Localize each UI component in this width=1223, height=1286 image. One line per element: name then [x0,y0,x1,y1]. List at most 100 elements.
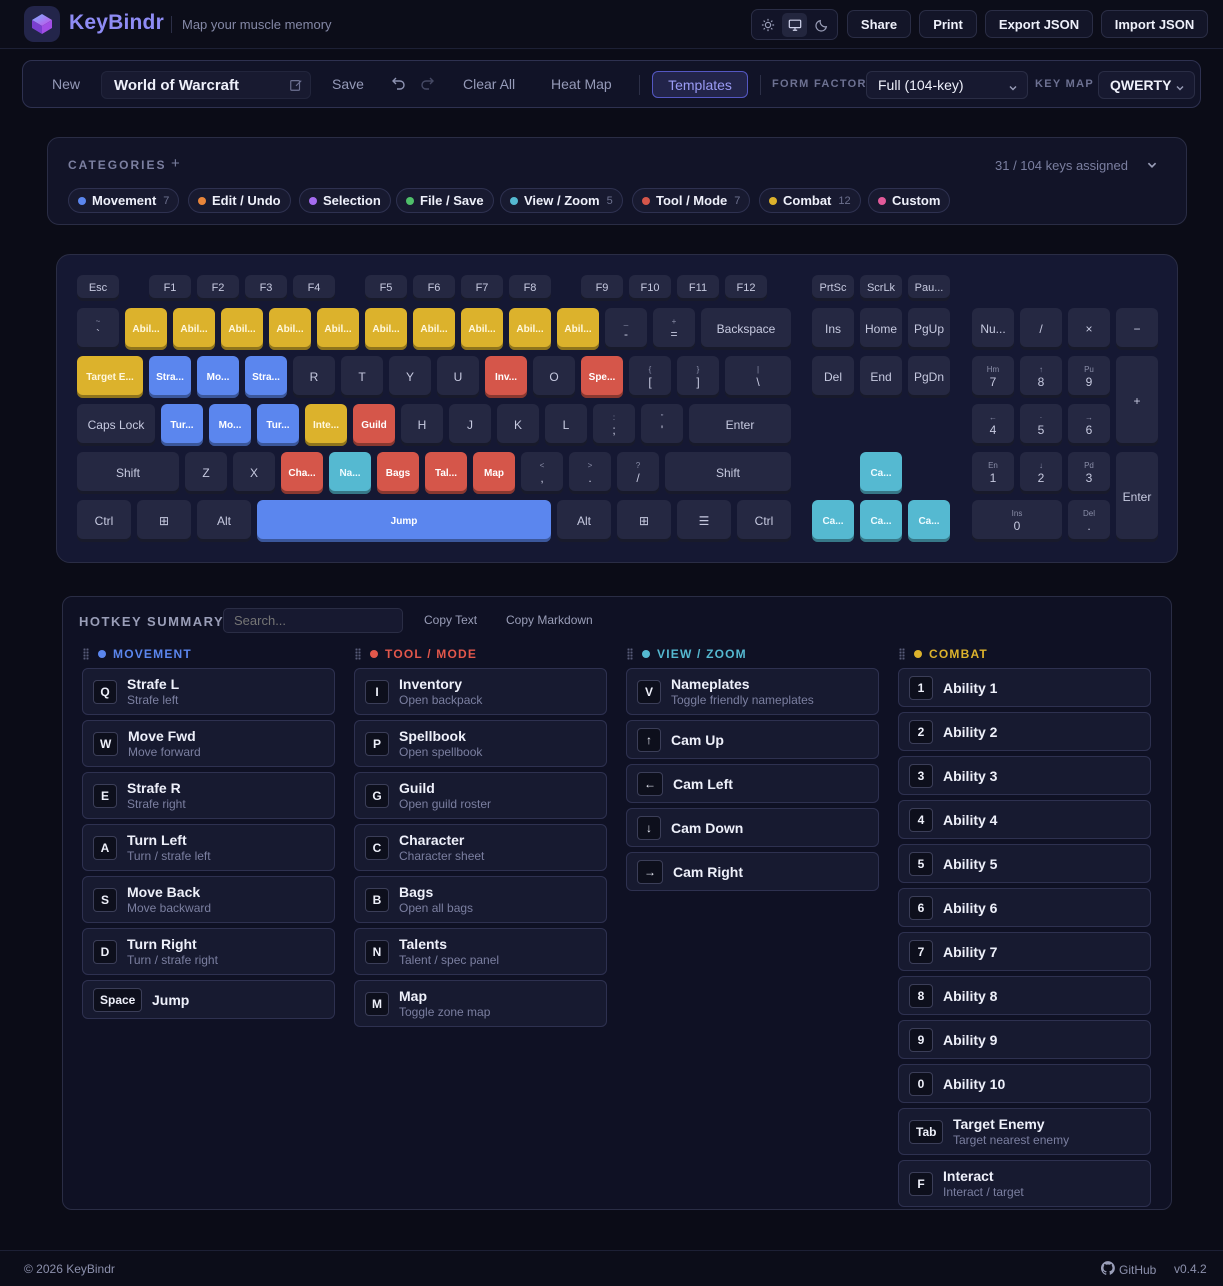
key[interactable]: >. [569,452,611,494]
hotkey-item[interactable]: ← Cam Left [626,764,879,803]
key[interactable]: Z [185,452,227,494]
hotkey-item[interactable]: S Move Back Move backward [82,876,335,923]
key[interactable]: ↑ 8 [1020,356,1062,398]
key[interactable]: Ca... [860,452,902,494]
key[interactable]: ⊞ [137,500,191,542]
hotkey-item[interactable]: 2 Ability 2 [898,712,1151,751]
key[interactable]: + [1116,356,1158,446]
key[interactable]: Alt [557,500,611,542]
key[interactable]: L [545,404,587,446]
key[interactable]: <, [521,452,563,494]
monitor-icon[interactable] [782,12,807,37]
key[interactable]: − [1116,308,1158,350]
key[interactable]: Ca... [812,500,854,542]
key[interactable]: PrtSc [812,275,854,301]
key[interactable]: Stra... [245,356,287,398]
hotkey-item[interactable]: 4 Ability 4 [898,800,1151,839]
category-chip-combat[interactable]: Combat 12 [759,188,861,213]
drag-handle-icon[interactable] [355,648,361,660]
hotkey-item[interactable]: 8 Ability 8 [898,976,1151,1015]
key[interactable]: F2 [197,275,239,301]
key[interactable]: :; [593,404,635,446]
key[interactable]: Cha... [281,452,323,494]
key[interactable]: Abil... [461,308,503,350]
key[interactable]: ⊞ [617,500,671,542]
key[interactable]: F5 [365,275,407,301]
key[interactable]: Abil... [509,308,551,350]
key[interactable]: F1 [149,275,191,301]
save-button[interactable]: Save [332,76,364,92]
key[interactable]: Del. [1068,500,1110,542]
key[interactable]: Abil... [317,308,359,350]
key[interactable]: F10 [629,275,671,301]
key[interactable]: Spe... [581,356,623,398]
hotkey-item[interactable]: B Bags Open all bags [354,876,607,923]
key[interactable]: Enter [1116,452,1158,542]
copy-markdown-button[interactable]: Copy Markdown [506,613,593,627]
key[interactable]: J [449,404,491,446]
key[interactable]: H [401,404,443,446]
key[interactable]: Abil... [221,308,263,350]
key[interactable]: Mo... [209,404,251,446]
key[interactable]: Ca... [860,500,902,542]
hotkey-item[interactable]: W Move Fwd Move forward [82,720,335,767]
key[interactable]: F4 [293,275,335,301]
key[interactable]: U [437,356,479,398]
key[interactable]: {[ [629,356,671,398]
key[interactable]: PgDn [908,356,950,398]
key[interactable]: " ' [641,404,683,446]
category-chip-file-save[interactable]: File / Save [396,188,494,213]
key[interactable]: Shift [77,452,179,494]
key[interactable]: Guild [353,404,395,446]
clear-all-button[interactable]: Clear All [463,76,515,92]
hotkey-item[interactable]: 3 Ability 3 [898,756,1151,795]
hotkey-item[interactable]: A Turn Left Turn / strafe left [82,824,335,871]
key[interactable]: End [860,356,902,398]
key[interactable]: F12 [725,275,767,301]
category-chip-selection[interactable]: Selection [299,188,391,213]
hotkey-item[interactable]: 6 Ability 6 [898,888,1151,927]
key[interactable]: R [293,356,335,398]
key[interactable]: Pu 9 [1068,356,1110,398]
form-factor-select[interactable]: Full (104-key) [866,71,1028,99]
key[interactable]: Tur... [161,404,203,446]
key[interactable]: Esc [77,275,119,301]
key[interactable]: Na... [329,452,371,494]
key[interactable]: Enter [689,404,791,446]
key[interactable]: / [1020,308,1062,350]
key[interactable]: F8 [509,275,551,301]
hotkey-item[interactable]: D Turn Right Turn / strafe right [82,928,335,975]
layout-title-input[interactable]: World of Warcraft [101,71,311,99]
hotkey-item[interactable]: 7 Ability 7 [898,932,1151,971]
key[interactable]: Pau... [908,275,950,301]
key[interactable]: Ins [812,308,854,350]
key[interactable]: Ctrl [77,500,131,542]
key[interactable]: + = [653,308,695,350]
category-chip-view-zoom[interactable]: View / Zoom 5 [500,188,623,213]
key[interactable]: Stra... [149,356,191,398]
key[interactable]: _ - [605,308,647,350]
hotkey-item[interactable]: M Map Toggle zone map [354,980,607,1027]
key[interactable]: Caps Lock [77,404,155,446]
key[interactable]: Abil... [269,308,311,350]
key[interactable]: ~ ` [77,308,119,350]
key[interactable]: Abil... [557,308,599,350]
key[interactable]: Abil... [125,308,167,350]
hotkey-item[interactable]: G Guild Open guild roster [354,772,607,819]
hotkey-item[interactable]: 9 Ability 9 [898,1020,1151,1059]
add-category-button[interactable]: + [171,155,180,172]
hotkey-item[interactable]: 5 Ability 5 [898,844,1151,883]
hotkey-item[interactable]: N Talents Talent / spec panel [354,928,607,975]
templates-button[interactable]: Templates [652,71,748,98]
key[interactable]: PgUp [908,308,950,350]
key[interactable]: Hm 7 [972,356,1014,398]
new-button[interactable]: New [52,76,80,92]
key-map-select[interactable]: QWERTY [1098,71,1195,99]
hotkey-item[interactable]: V Nameplates Toggle friendly nameplates [626,668,879,715]
key[interactable]: × [1068,308,1110,350]
key[interactable]: | \ [725,356,791,398]
chevron-down-icon[interactable] [1146,159,1158,174]
key[interactable]: Alt [197,500,251,542]
key[interactable]: Backspace [701,308,791,350]
key[interactable]: Map [473,452,515,494]
